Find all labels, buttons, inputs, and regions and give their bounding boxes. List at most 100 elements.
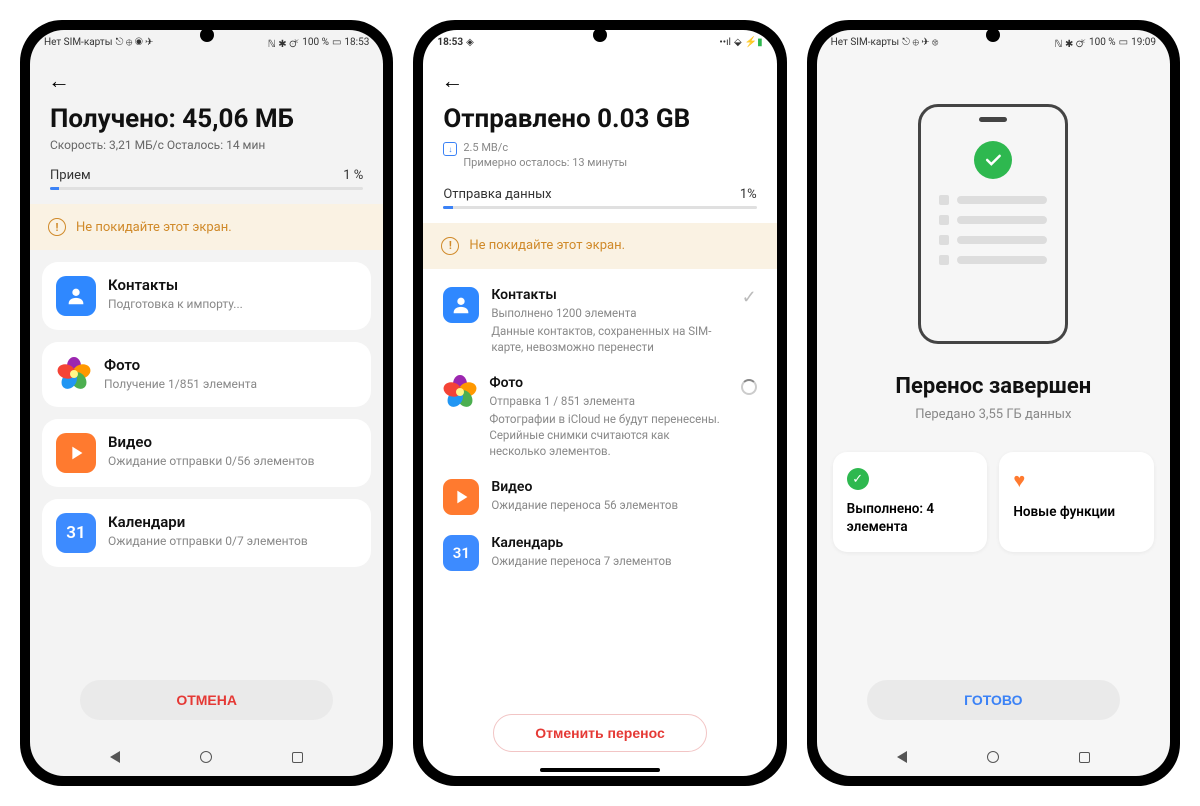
warning-icon: ! bbox=[441, 237, 459, 255]
item-title: Контакты bbox=[491, 287, 729, 303]
progress-label: Отправка данных bbox=[443, 187, 551, 202]
battery-percent: 100 % bbox=[302, 37, 329, 48]
gallery-icon bbox=[56, 356, 92, 392]
screen-3: Нет SIM-карты⎋ ⊕ ✈ ⊛ ℕ ✱ 🜚 100 % ▭ 19:09… bbox=[817, 30, 1170, 776]
gallery-icon bbox=[443, 375, 477, 409]
home-indicator[interactable] bbox=[540, 768, 660, 772]
video-icon bbox=[56, 433, 96, 473]
item-title: Календари bbox=[108, 513, 357, 531]
nav-recent-icon[interactable] bbox=[292, 752, 303, 763]
warning-banner: ! Не покидайте этот экран. bbox=[30, 204, 383, 250]
card-text: Выполнено: 4 элемента bbox=[847, 500, 974, 536]
summary-card-features[interactable]: ♥ Новые функции bbox=[999, 452, 1154, 552]
progress-value: 1% bbox=[740, 187, 757, 202]
calendar-icon: 31 bbox=[443, 535, 479, 571]
battery-percent: 100 % bbox=[1089, 37, 1116, 48]
cancel-button[interactable]: Отменить перенос bbox=[493, 714, 706, 752]
item-sub: Ожидание отправки 0/56 элементов bbox=[108, 453, 357, 470]
list-item: Контакты Выполнено 1200 элемента Данные … bbox=[439, 277, 760, 365]
phone-frame-1: Нет SIM-карты⎋ ⊕ ◉ ✈ ℕ ✱ 🜚 100 % ▭ 18:53… bbox=[20, 20, 393, 786]
progress-label: Прием bbox=[50, 168, 91, 183]
list-item: 31 Календарь Ожидание переноса 7 элемент… bbox=[439, 525, 760, 581]
nav-bar bbox=[817, 738, 1170, 776]
item-title: Видео bbox=[491, 479, 756, 495]
list-item: Контакты Подготовка к импорту... bbox=[42, 262, 371, 330]
camera-notch bbox=[593, 28, 607, 42]
battery-icon: ⚡▮ bbox=[745, 37, 763, 48]
nav-recent-icon[interactable] bbox=[1079, 752, 1090, 763]
nav-home-icon[interactable] bbox=[987, 751, 999, 763]
list-item: Видео Ожидание переноса 56 элементов bbox=[439, 469, 760, 525]
nfc-icon: ℕ ✱ 🜚 bbox=[268, 32, 300, 53]
camera-notch bbox=[200, 28, 214, 42]
item-title: Видео bbox=[108, 433, 357, 451]
wifi-icon: ⬙ bbox=[734, 37, 742, 48]
done-button[interactable]: ГОТОВО bbox=[867, 680, 1120, 720]
item-title: Календарь bbox=[491, 535, 756, 551]
list-item: Видео Ожидание отправки 0/56 элементов bbox=[42, 419, 371, 487]
back-button[interactable]: ← bbox=[48, 69, 70, 94]
list-item: Фото Отправка 1 / 851 элемента Фотографи… bbox=[439, 365, 760, 469]
progress-value: 1 % bbox=[343, 168, 363, 183]
item-note: Фотографии в iCloud не будут перенесены.… bbox=[489, 411, 728, 459]
item-title: Контакты bbox=[108, 276, 357, 294]
card-text: Новые функции bbox=[1013, 503, 1140, 521]
remaining-text: Примерно осталось: 13 минуты bbox=[463, 155, 627, 170]
spinner-icon bbox=[741, 379, 757, 395]
clock: 19:09 bbox=[1131, 37, 1156, 48]
page-subtitle: Передано 3,55 ГБ данных bbox=[817, 407, 1170, 422]
item-sub: Ожидание переноса 56 элементов bbox=[491, 497, 756, 513]
item-sub: Выполнено 1200 элемента bbox=[491, 305, 729, 321]
item-sub: Подготовка к импорту... bbox=[108, 296, 357, 313]
page-title: Перенос завершен bbox=[817, 374, 1170, 399]
screen-2: 18:53 ◈ ••ıl ⬙ ⚡▮ ← Отправлено 0.03 GB ↓… bbox=[423, 30, 776, 776]
warning-text: Не покидайте этот экран. bbox=[469, 238, 625, 253]
page-title: Отправлено 0.03 GB bbox=[443, 104, 756, 134]
clock: 18:53 bbox=[344, 37, 369, 48]
sim-status: Нет SIM-карты bbox=[831, 37, 899, 48]
battery-icon: ▭ bbox=[1119, 37, 1128, 48]
contacts-icon bbox=[56, 276, 96, 316]
cancel-button[interactable]: ОТМЕНА bbox=[80, 680, 333, 720]
screen-1: Нет SIM-карты⎋ ⊕ ◉ ✈ ℕ ✱ 🜚 100 % ▭ 18:53… bbox=[30, 30, 383, 776]
heart-icon: ♥ bbox=[1013, 468, 1140, 493]
nav-back-icon[interactable] bbox=[897, 751, 907, 763]
nav-back-icon[interactable] bbox=[110, 751, 120, 763]
calendar-icon: 31 bbox=[56, 513, 96, 553]
item-note: Данные контактов, сохраненных на SIM-кар… bbox=[491, 323, 729, 355]
success-illustration bbox=[918, 104, 1068, 344]
list-item: Фото Получение 1/851 элемента bbox=[42, 342, 371, 407]
list-item: 31 Календари Ожидание отправки 0/7 элеме… bbox=[42, 499, 371, 567]
contacts-icon bbox=[443, 287, 479, 323]
video-icon bbox=[443, 479, 479, 515]
check-icon: ✓ bbox=[742, 287, 757, 308]
item-sub: Ожидание отправки 0/7 элементов bbox=[108, 533, 357, 550]
item-sub: Отправка 1 / 851 элемента bbox=[489, 393, 728, 409]
warning-banner: ! Не покидайте этот экран. bbox=[423, 223, 776, 269]
warning-icon: ! bbox=[48, 218, 66, 236]
back-button[interactable]: ← bbox=[441, 69, 463, 94]
nfc-icon: ℕ ✱ 🜚 bbox=[1054, 32, 1086, 53]
item-sub: Получение 1/851 элемента bbox=[104, 376, 357, 393]
battery-icon: ▭ bbox=[332, 37, 341, 48]
status-icons-left: ⎋ ⊕ ✈ ⊛ bbox=[902, 37, 938, 48]
item-title: Фото bbox=[489, 375, 728, 391]
signal-icon: ••ıl bbox=[719, 37, 731, 48]
summary-card-completed[interactable]: ✓ Выполнено: 4 элемента bbox=[833, 452, 988, 552]
page-subtitle: Скорость: 3,21 МБ/с Осталось: 14 мин bbox=[50, 138, 363, 152]
sim-status: Нет SIM-карты bbox=[44, 37, 112, 48]
nav-home-icon[interactable] bbox=[200, 751, 212, 763]
camera-notch bbox=[986, 28, 1000, 42]
check-icon: ✓ bbox=[847, 468, 869, 490]
phone-frame-3: Нет SIM-карты⎋ ⊕ ✈ ⊛ ℕ ✱ 🜚 100 % ▭ 19:09… bbox=[807, 20, 1180, 786]
status-icons-left: ⎋ ⊕ ◉ ✈ bbox=[115, 37, 153, 48]
warning-text: Не покидайте этот экран. bbox=[76, 220, 232, 235]
progress-bar bbox=[50, 187, 363, 190]
speed-icon: ↓ bbox=[443, 142, 457, 156]
progress-bar bbox=[443, 206, 756, 209]
clock: 18:53 bbox=[437, 37, 463, 48]
location-icon: ◈ bbox=[466, 37, 474, 48]
page-title: Получено: 45,06 МБ bbox=[50, 104, 363, 134]
item-sub: Ожидание переноса 7 элементов bbox=[491, 553, 756, 569]
phone-frame-2: 18:53 ◈ ••ıl ⬙ ⚡▮ ← Отправлено 0.03 GB ↓… bbox=[413, 20, 786, 786]
